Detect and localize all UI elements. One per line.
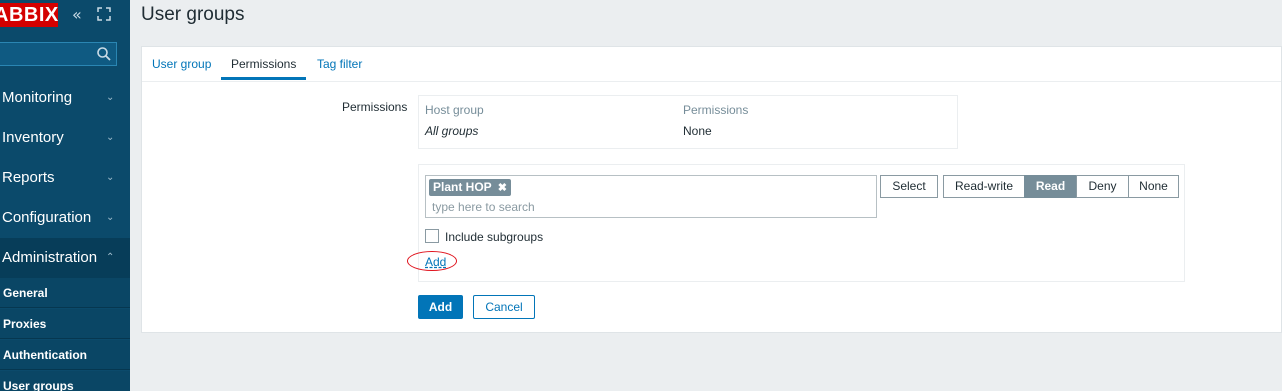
tab-user-group[interactable]: User group xyxy=(152,57,211,71)
logo-text: ABBIX xyxy=(0,4,58,26)
column-header-host-group: Host group xyxy=(425,103,484,117)
level-read-button[interactable]: Read xyxy=(1024,175,1077,198)
submenu-item-label: General xyxy=(3,286,48,300)
sidebar-search-input[interactable] xyxy=(0,42,117,66)
menu-item-monitoring[interactable]: Monitoring ⌄ xyxy=(0,78,130,118)
host-group-multiselect[interactable]: Plant HOP ✖ type here to search xyxy=(425,175,877,218)
submenu-item-proxies[interactable]: Proxies xyxy=(0,309,130,339)
level-read-write-button[interactable]: Read-write xyxy=(943,175,1025,198)
kiosk-mode-icon[interactable] xyxy=(97,7,111,21)
menu-item-reports[interactable]: Reports ⌄ xyxy=(0,158,130,198)
level-none-button[interactable]: None xyxy=(1128,175,1179,198)
table-cell-permission: None xyxy=(683,124,712,138)
submenu-item-user-groups[interactable]: User groups xyxy=(0,371,130,391)
submenu-item-label: Proxies xyxy=(3,317,47,331)
zabbix-logo[interactable]: ABBIX xyxy=(0,3,58,27)
active-tab-indicator xyxy=(221,77,306,80)
permissions-label: Permissions xyxy=(342,100,408,114)
permissions-table: Host group Permissions All groups None xyxy=(418,95,958,149)
table-cell-host-group: All groups xyxy=(425,124,479,138)
menu-item-label: Monitoring xyxy=(2,89,73,106)
menu-item-configuration[interactable]: Configuration ⌄ xyxy=(0,198,130,238)
level-deny-button[interactable]: Deny xyxy=(1076,175,1129,198)
collapse-sidebar-icon[interactable]: « xyxy=(72,5,90,25)
tab-tag-filter[interactable]: Tag filter xyxy=(317,57,362,71)
chevron-down-icon: ⌄ xyxy=(106,132,115,143)
sidebar: ABBIX « Monitoring ⌄ Inventory ⌄ Reports… xyxy=(0,0,130,391)
annotation-circle xyxy=(407,251,457,271)
chevron-down-icon: ⌄ xyxy=(106,92,115,103)
selected-host-group-chip: Plant HOP ✖ xyxy=(429,179,511,196)
submenu-item-label: User groups xyxy=(3,379,74,391)
search-icon[interactable] xyxy=(96,46,112,62)
chevron-up-icon: ⌃ xyxy=(106,252,115,263)
chevron-down-icon: ⌄ xyxy=(106,172,115,183)
remove-chip-icon[interactable]: ✖ xyxy=(498,182,507,194)
select-button[interactable]: Select xyxy=(880,175,938,198)
menu-item-inventory[interactable]: Inventory ⌄ xyxy=(0,118,130,158)
include-subgroups-label: Include subgroups xyxy=(445,230,544,244)
cancel-button[interactable]: Cancel xyxy=(473,295,535,319)
menu-item-label: Inventory xyxy=(2,129,64,146)
page-title: User groups xyxy=(141,4,245,25)
chevron-down-icon: ⌄ xyxy=(106,212,115,223)
search-input-placeholder[interactable]: type here to search xyxy=(432,200,535,214)
user-group-form: User group Permissions Tag filter Permis… xyxy=(141,46,1282,333)
tab-bar: User group Permissions Tag filter xyxy=(142,47,1281,82)
menu-item-administration[interactable]: Administration ⌃ xyxy=(0,238,130,278)
chip-label: Plant HOP xyxy=(433,180,492,194)
include-subgroups-checkbox[interactable] xyxy=(425,229,439,243)
add-permission-box: Plant HOP ✖ type here to search Select Re… xyxy=(407,164,1185,282)
menu-item-label: Configuration xyxy=(2,209,92,226)
submenu-item-label: Authentication xyxy=(3,348,87,362)
column-header-permissions: Permissions xyxy=(683,103,749,117)
submenu-item-general[interactable]: General xyxy=(0,278,130,308)
add-button[interactable]: Add xyxy=(418,295,463,319)
tab-permissions[interactable]: Permissions xyxy=(231,57,296,71)
menu-item-label: Reports xyxy=(2,169,55,186)
submenu-item-authentication[interactable]: Authentication xyxy=(0,340,130,370)
menu-item-label: Administration xyxy=(2,249,98,266)
